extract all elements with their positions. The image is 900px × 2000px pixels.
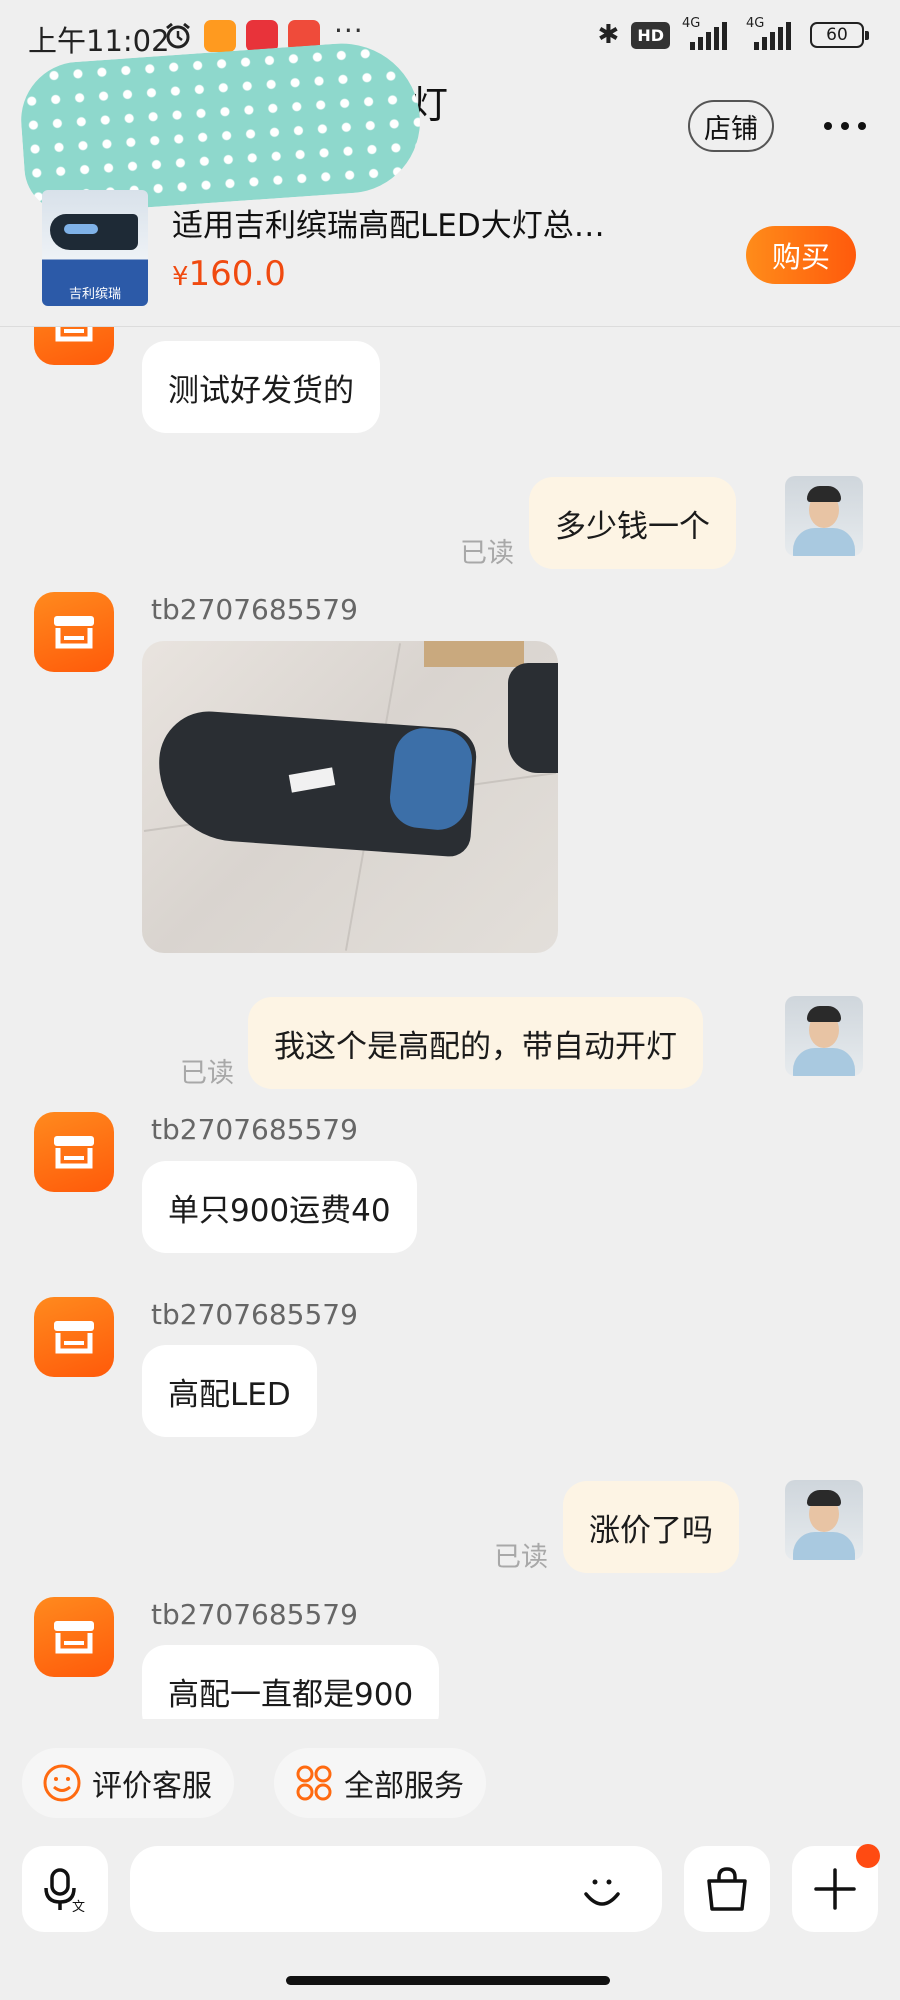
sender-name: tb2707685579 (151, 1113, 358, 1146)
shopping-bag-icon (707, 1867, 747, 1911)
plus-icon (814, 1868, 856, 1910)
app-notification-icon (204, 20, 236, 52)
product-thumbnail-tag: 吉利缤瑞 (68, 287, 121, 302)
product-card[interactable]: 吉利缤瑞 适用吉利缤瑞高配LED大灯总… ¥160.0 购买 (0, 182, 900, 328)
all-services-chip[interactable]: 全部服务 (274, 1748, 486, 1818)
shop-button[interactable]: 店铺 (688, 100, 774, 152)
message-bubble[interactable]: 高配一直都是900 (142, 1645, 440, 1719)
status-time: 上午11:02 (28, 24, 170, 58)
price-value: 160.0 (188, 254, 286, 294)
seller-avatar[interactable] (34, 1112, 114, 1192)
voice-translate-icon: 文 (44, 1868, 85, 1914)
currency-symbol: ¥ (172, 262, 189, 292)
buy-button[interactable]: 购买 (746, 226, 856, 284)
chat-message-list[interactable]: 测试好发货的 多少钱一个 已读 tb2707685579 我这个是高配的，带自动… (0, 327, 900, 1719)
hd-voice-badge: HD (631, 21, 670, 49)
rate-service-chip[interactable]: 评价客服 (22, 1748, 234, 1818)
product-bag-button[interactable] (684, 1846, 770, 1932)
voice-input-button[interactable]: 文 (22, 1846, 108, 1932)
sender-name: tb2707685579 (151, 593, 358, 626)
read-status: 已读 (180, 1058, 234, 1089)
smile-icon (43, 1764, 81, 1802)
emoji-icon[interactable] (580, 1868, 624, 1912)
grid-icon (296, 1765, 332, 1801)
buyer-avatar[interactable] (785, 476, 863, 556)
sender-name: tb2707685579 (151, 1598, 358, 1631)
message-bubble[interactable]: 高配LED (142, 1345, 317, 1437)
image-message[interactable] (142, 641, 558, 953)
signal-icon: 4G (746, 16, 798, 50)
message-bubble[interactable]: 单只900运费40 (142, 1161, 417, 1253)
more-notifications-icon: ··· (334, 14, 364, 47)
battery-icon: 60 (810, 22, 869, 48)
sender-name: tb2707685579 (151, 1298, 358, 1331)
product-thumbnail[interactable]: 吉利缤瑞 (42, 190, 148, 306)
seller-avatar[interactable] (34, 592, 114, 672)
bluetooth-icon: ✱ (597, 20, 620, 50)
read-status: 已读 (460, 538, 514, 569)
chip-label: 全部服务 (344, 1769, 464, 1804)
signal-icon: 4G (682, 16, 734, 50)
alarm-icon (166, 22, 190, 49)
buyer-avatar[interactable] (785, 1480, 863, 1560)
product-title[interactable]: 适用吉利缤瑞高配LED大灯总… (172, 200, 652, 245)
buyer-avatar[interactable] (785, 996, 863, 1076)
message-bubble[interactable]: 测试好发货的 (142, 341, 380, 433)
message-bubble[interactable]: 多少钱一个 (529, 477, 736, 569)
service-chips-bar: 评价客服 全部服务 (0, 1748, 900, 1822)
seller-avatar[interactable] (34, 1597, 114, 1677)
chip-label: 评价客服 (92, 1769, 212, 1804)
product-price: ¥160.0 (172, 254, 286, 294)
more-options-icon[interactable] (824, 114, 870, 138)
home-indicator[interactable] (286, 1976, 610, 1985)
message-bubble[interactable]: 涨价了吗 (563, 1481, 739, 1573)
seller-avatar[interactable] (34, 327, 114, 365)
message-bubble[interactable]: 我这个是高配的，带自动开灯 (248, 997, 703, 1089)
notification-dot (856, 1844, 880, 1868)
svg-text:文: 文 (72, 1900, 85, 1914)
seller-avatar[interactable] (34, 1297, 114, 1377)
read-status: 已读 (494, 1542, 548, 1573)
message-input-bar: 文 (0, 1842, 900, 1942)
battery-level: 60 (826, 25, 848, 45)
